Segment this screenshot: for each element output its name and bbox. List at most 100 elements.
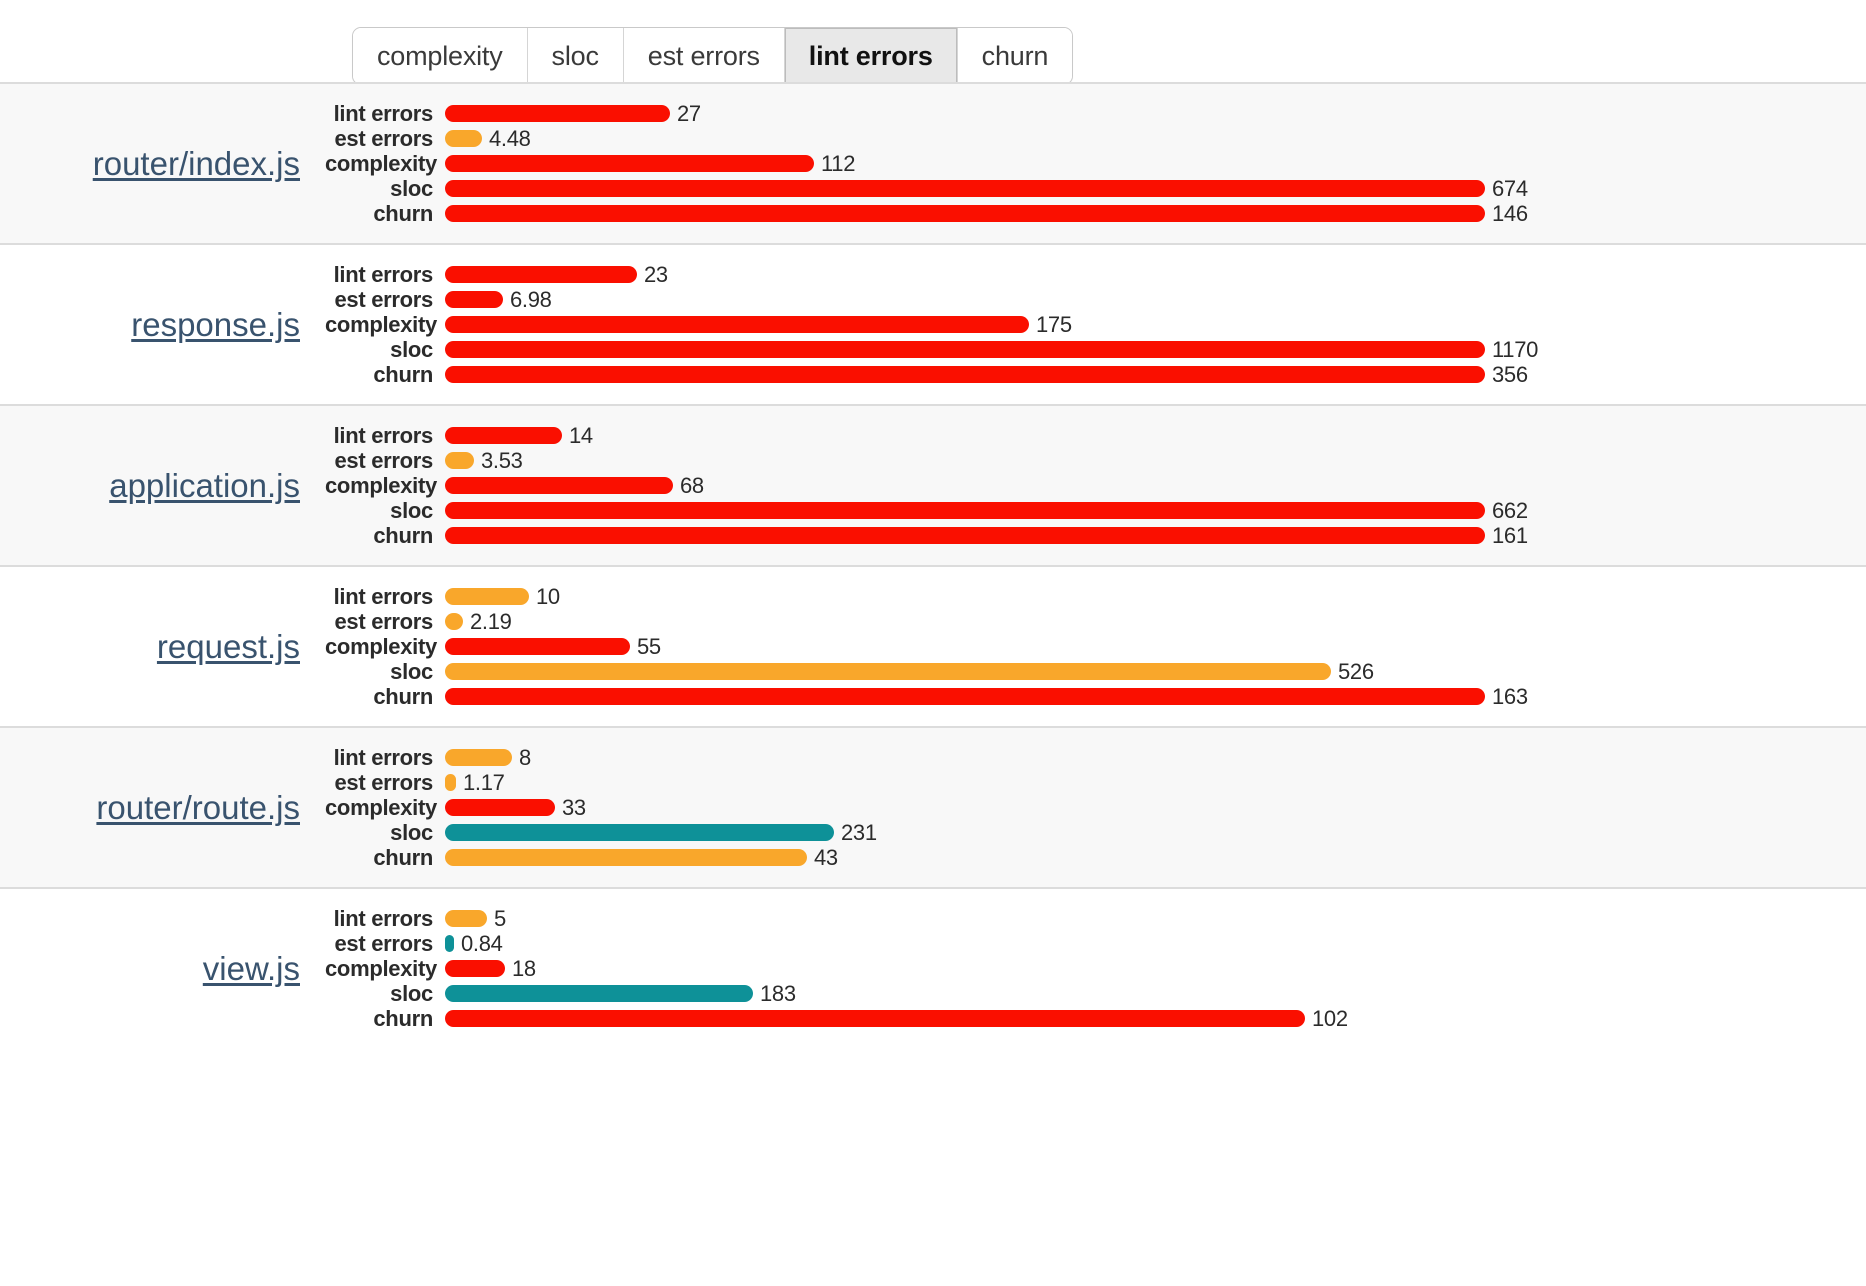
metric-bar[interactable]	[445, 824, 834, 841]
metric-row: complexity 33	[325, 795, 1866, 820]
metric-label: churn	[373, 361, 433, 387]
metric-bar[interactable]	[445, 688, 1485, 705]
metric-bar[interactable]	[445, 799, 555, 816]
metric-row: churn 161	[325, 523, 1866, 548]
metric-value: 526	[1338, 658, 1374, 684]
metric-value: 163	[1492, 683, 1528, 709]
metric-label: churn	[373, 1005, 433, 1031]
file-link[interactable]: router/route.js	[96, 789, 300, 826]
metric-bar-area: 43	[445, 845, 1866, 871]
metric-tabbar-container: complexity sloc est errors lint errors churn	[0, 0, 1866, 85]
metric-bar[interactable]	[445, 452, 474, 469]
metric-bar-area: 2.19	[445, 609, 1866, 635]
metric-label: est errors	[334, 125, 433, 151]
metric-bar-group: lint errors 27 est errors 4.48 complexity 112…	[300, 101, 1866, 226]
file-name-cell: request.js	[0, 628, 300, 666]
metric-bar[interactable]	[445, 105, 670, 122]
metric-value: 18	[512, 955, 536, 981]
metric-label: est errors	[334, 608, 433, 634]
metric-bar[interactable]	[445, 366, 1485, 383]
metric-bar-area: 231	[445, 820, 1866, 846]
metric-bar[interactable]	[445, 291, 503, 308]
metric-row: lint errors 8	[325, 745, 1866, 770]
metric-value: 6.98	[510, 286, 552, 312]
metric-bar[interactable]	[445, 527, 1485, 544]
metric-row: lint errors 23	[325, 262, 1866, 287]
metric-row: lint errors 10	[325, 584, 1866, 609]
metric-bar-group: lint errors 5 est errors 0.84 complexity 18 sl…	[300, 906, 1866, 1031]
metric-label: complexity	[325, 955, 437, 981]
metric-label: complexity	[325, 472, 437, 498]
metric-bar[interactable]	[445, 588, 529, 605]
metric-value: 5	[494, 905, 506, 931]
metric-value: 14	[569, 422, 593, 448]
metric-row: lint errors 14	[325, 423, 1866, 448]
metric-bar[interactable]	[445, 985, 753, 1002]
metric-bar[interactable]	[445, 774, 456, 791]
metric-bar[interactable]	[445, 960, 505, 977]
metric-row: est errors 4.48	[325, 126, 1866, 151]
metric-row: sloc 526	[325, 659, 1866, 684]
metric-row: sloc 231	[325, 820, 1866, 845]
metric-row: est errors 2.19	[325, 609, 1866, 634]
metric-bar[interactable]	[445, 205, 1485, 222]
tab-sloc[interactable]: sloc	[527, 28, 624, 84]
tab-churn[interactable]: churn	[957, 28, 1073, 84]
metric-bar[interactable]	[445, 155, 814, 172]
metric-bar-area: 18	[445, 956, 1866, 982]
file-link[interactable]: response.js	[131, 306, 300, 343]
metric-bar[interactable]	[445, 266, 637, 283]
metric-bar[interactable]	[445, 849, 807, 866]
file-link[interactable]: request.js	[157, 628, 300, 665]
metric-bar[interactable]	[445, 502, 1485, 519]
metric-bar[interactable]	[445, 316, 1029, 333]
metric-value: 1170	[1492, 336, 1539, 362]
metric-row: est errors 3.53	[325, 448, 1866, 473]
metric-bar[interactable]	[445, 1010, 1305, 1027]
metric-bar-area: 5	[445, 906, 1866, 932]
metric-row: complexity 68	[325, 473, 1866, 498]
metric-label: est errors	[334, 930, 433, 956]
metric-bar[interactable]	[445, 638, 630, 655]
tab-complexity[interactable]: complexity	[353, 28, 528, 84]
metric-value: 183	[760, 980, 796, 1006]
metric-bar-area: 33	[445, 795, 1866, 821]
metric-bar[interactable]	[445, 130, 482, 147]
metric-tabbar[interactable]: complexity sloc est errors lint errors churn	[352, 27, 1074, 85]
metric-row: lint errors 27	[325, 101, 1866, 126]
metric-value: 175	[1036, 311, 1072, 337]
file-link[interactable]: view.js	[203, 950, 300, 987]
metric-label: complexity	[325, 633, 437, 659]
metric-bar-area: 146	[445, 201, 1866, 227]
tab-lint-errors[interactable]: lint errors	[784, 28, 958, 84]
metric-bar[interactable]	[445, 180, 1485, 197]
metric-row: est errors 1.17	[325, 770, 1866, 795]
metric-bar[interactable]	[445, 749, 512, 766]
metric-label: churn	[373, 683, 433, 709]
metric-label: sloc	[390, 980, 433, 1006]
file-link[interactable]: application.js	[109, 467, 300, 504]
metric-bar[interactable]	[445, 910, 487, 927]
metric-bar-area: 662	[445, 498, 1866, 524]
file-row: view.js lint errors 5 est errors 0.84 complex…	[0, 887, 1866, 1048]
file-row: router/route.js lint errors 8 est errors 1.1…	[0, 726, 1866, 887]
metric-bar[interactable]	[445, 663, 1331, 680]
metric-bar[interactable]	[445, 935, 454, 952]
metric-bar-area: 112	[445, 151, 1866, 177]
metric-row: lint errors 5	[325, 906, 1866, 931]
metric-value: 4.48	[489, 125, 531, 151]
metric-row: churn 356	[325, 362, 1866, 387]
file-name-cell: router/index.js	[0, 145, 300, 183]
metric-bar[interactable]	[445, 613, 463, 630]
metric-bar[interactable]	[445, 477, 673, 494]
metric-bar-group: lint errors 10 est errors 2.19 complexity 55 s…	[300, 584, 1866, 709]
metric-bar-area: 161	[445, 523, 1866, 549]
metric-bar-area: 1.17	[445, 770, 1866, 796]
metric-bar-area: 8	[445, 745, 1866, 771]
metric-bar[interactable]	[445, 427, 562, 444]
metric-bar-area: 6.98	[445, 287, 1866, 313]
metric-bar[interactable]	[445, 341, 1485, 358]
tab-est-errors[interactable]: est errors	[623, 28, 785, 84]
metric-row: churn 43	[325, 845, 1866, 870]
file-link[interactable]: router/index.js	[93, 145, 300, 182]
